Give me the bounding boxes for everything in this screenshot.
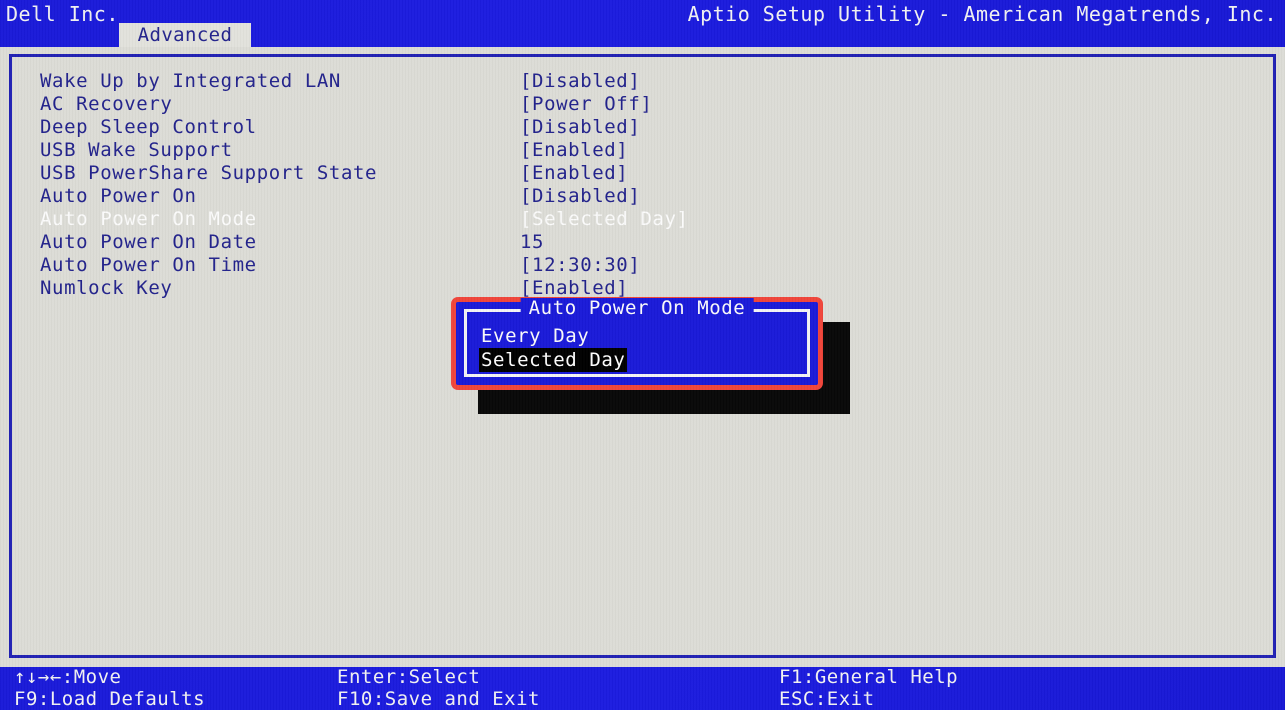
setting-row[interactable]: AC Recovery [Power Off] xyxy=(40,93,940,116)
tab-advanced[interactable]: Advanced xyxy=(119,23,251,48)
setting-label: Auto Power On Mode xyxy=(40,208,257,231)
setting-value[interactable]: [Disabled] xyxy=(520,70,640,93)
setting-row[interactable]: Auto Power On Time [12:30:30] xyxy=(40,254,940,277)
bios-setup-screen: Dell Inc. Aptio Setup Utility - American… xyxy=(0,0,1285,710)
vendor-title: Dell Inc. xyxy=(6,2,119,26)
setting-value[interactable]: [Disabled] xyxy=(520,116,640,139)
setting-label: Auto Power On Time xyxy=(40,254,257,277)
setting-label: Auto Power On Date xyxy=(40,231,257,254)
setting-value[interactable]: [Enabled] xyxy=(520,139,628,162)
setting-label: AC Recovery xyxy=(40,93,172,116)
setting-row[interactable]: Auto Power On [Disabled] xyxy=(40,185,940,208)
setting-label: Auto Power On xyxy=(40,185,197,208)
setting-label: Deep Sleep Control xyxy=(40,116,257,139)
dialog-option-list: Every DaySelected Day xyxy=(479,324,801,372)
hint-move: ↑↓→←:Move xyxy=(14,667,121,688)
dialog-title: Auto Power On Mode xyxy=(521,298,754,319)
setting-value[interactable]: [Power Off] xyxy=(520,93,652,116)
dialog-inner-frame: Auto Power On Mode Every DaySelected Day xyxy=(464,309,810,377)
setting-row[interactable]: Auto Power On Mode [Selected Day] xyxy=(40,208,940,231)
setting-value[interactable]: [Disabled] xyxy=(520,185,640,208)
setting-label: USB PowerShare Support State xyxy=(40,162,377,185)
setting-value[interactable]: [Enabled] xyxy=(520,162,628,185)
setting-label: Numlock Key xyxy=(40,277,172,300)
setting-row[interactable]: USB Wake Support [Enabled] xyxy=(40,139,940,162)
hint-exit: ESC:Exit xyxy=(779,689,875,710)
setting-value[interactable]: 15 xyxy=(520,231,544,254)
dialog-option[interactable]: Selected Day xyxy=(479,348,627,372)
hint-save-exit: F10:Save and Exit xyxy=(337,689,540,710)
hint-load-defaults: F9:Load Defaults xyxy=(14,689,205,710)
setting-row[interactable]: Wake Up by Integrated LAN [Disabled] xyxy=(40,70,940,93)
hint-general-help: F1:General Help xyxy=(779,667,958,688)
setting-label: USB Wake Support xyxy=(40,139,233,162)
setting-row[interactable]: USB PowerShare Support State [Enabled] xyxy=(40,162,940,185)
settings-list: Wake Up by Integrated LAN[Disabled]AC Re… xyxy=(40,70,940,300)
hint-select: Enter:Select xyxy=(337,667,480,688)
setting-row[interactable]: Auto Power On Date 15 xyxy=(40,231,940,254)
auto-power-on-mode-dialog[interactable]: Auto Power On Mode Every DaySelected Day xyxy=(451,297,823,390)
setting-label: Wake Up by Integrated LAN xyxy=(40,70,341,93)
utility-title: Aptio Setup Utility - American Megatrend… xyxy=(688,2,1277,26)
footer-bar: ↑↓→←:Move Enter:Select F1:General Help F… xyxy=(0,667,1285,710)
setting-value[interactable]: [Selected Day] xyxy=(520,208,689,231)
setting-value[interactable]: [12:30:30] xyxy=(520,254,640,277)
dialog-option[interactable]: Every Day xyxy=(479,324,591,348)
setting-row[interactable]: Deep Sleep Control [Disabled] xyxy=(40,116,940,139)
